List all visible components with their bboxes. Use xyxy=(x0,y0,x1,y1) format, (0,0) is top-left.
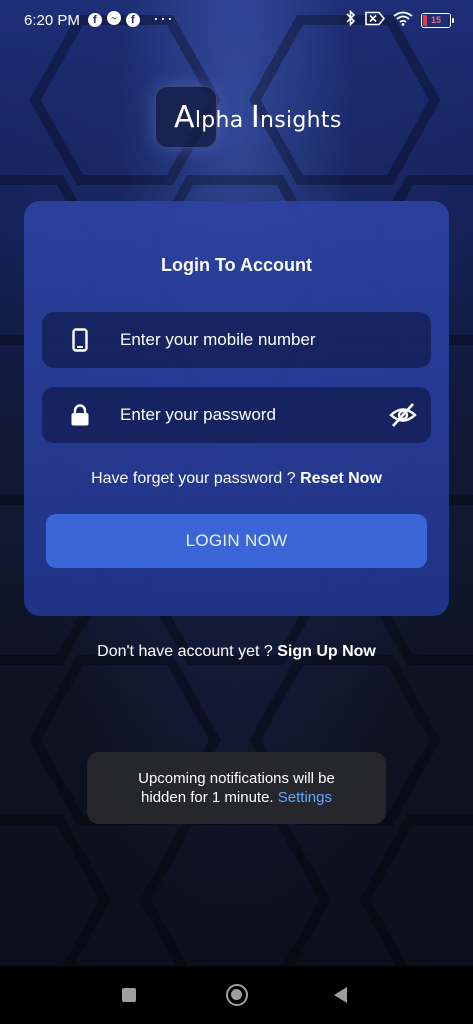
back-icon[interactable] xyxy=(334,987,347,1003)
more-notifications-icon: ··· xyxy=(152,7,174,28)
forgot-password-text: Have forget your password ? xyxy=(91,470,296,487)
facebook-icon: f xyxy=(87,13,102,27)
facebook-icon: f xyxy=(125,13,140,27)
wifi-icon xyxy=(393,11,413,30)
reset-now-link[interactable]: Reset Now xyxy=(300,470,382,487)
app-screen: 6:20 PM f f ··· 15 Alpha Insights Login … xyxy=(0,0,473,966)
login-now-button[interactable]: LOGIN NOW xyxy=(46,514,427,568)
system-nav-bar xyxy=(0,966,473,1024)
login-card: Login To Account Have forget your passwo… xyxy=(24,201,449,616)
app-logo: Alpha Insights xyxy=(0,82,473,154)
password-input[interactable] xyxy=(120,405,360,425)
battery-level: 15 xyxy=(430,15,441,25)
bluetooth-icon xyxy=(345,9,357,30)
password-field[interactable] xyxy=(42,387,431,443)
signup-row: Don't have account yet ? Sign Up Now xyxy=(0,643,473,661)
toast-settings-link[interactable]: Settings xyxy=(278,789,332,806)
recent-apps-icon[interactable] xyxy=(122,988,136,1002)
toast-line-1: Upcoming notifications will be xyxy=(138,770,335,787)
notification-toast: Upcoming notifications will be hidden fo… xyxy=(87,752,386,824)
lock-icon xyxy=(69,403,91,427)
mobile-input[interactable] xyxy=(120,330,360,350)
logo-text: Alpha Insights xyxy=(174,100,342,135)
eye-off-icon[interactable] xyxy=(389,402,417,428)
sign-up-now-link[interactable]: Sign Up Now xyxy=(277,643,376,660)
no-sim-icon xyxy=(365,11,386,30)
messenger-icon xyxy=(106,11,121,29)
card-title: Login To Account xyxy=(161,255,312,275)
phone-icon xyxy=(69,328,91,352)
forgot-password-row: Have forget your password ? Reset Now xyxy=(24,470,449,488)
status-time: 6:20 PM xyxy=(24,11,80,29)
battery-icon: 15 xyxy=(421,12,454,28)
signup-text: Don't have account yet ? xyxy=(97,643,273,660)
mobile-field[interactable] xyxy=(42,312,431,368)
status-bar: 6:20 PM f f ··· 15 xyxy=(0,0,473,40)
home-icon[interactable] xyxy=(226,984,248,1006)
toast-line-2: hidden for 1 minute. xyxy=(141,789,274,806)
